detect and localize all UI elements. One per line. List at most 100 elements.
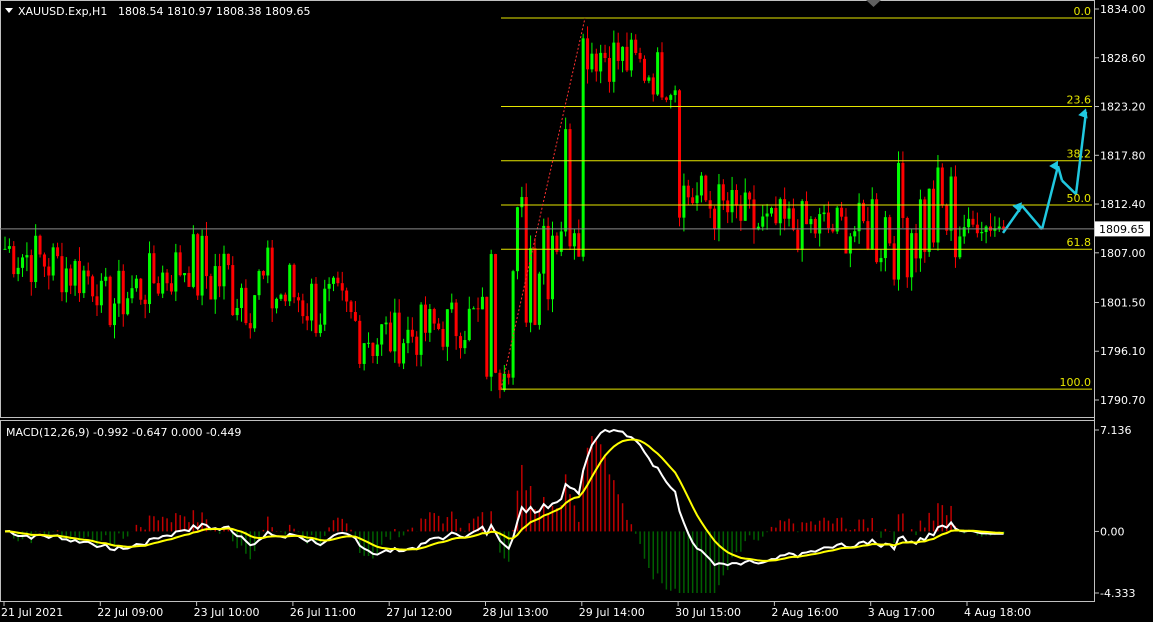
candle-body	[178, 252, 182, 276]
candle-body	[279, 294, 283, 299]
candle-body	[82, 270, 86, 294]
candle-body	[634, 39, 638, 53]
candle-body	[467, 308, 471, 341]
candle-body	[156, 283, 160, 294]
candle-body	[130, 288, 134, 299]
candle-body	[463, 340, 467, 349]
candle-body	[161, 272, 165, 294]
candle-body	[47, 266, 51, 276]
candle-body	[476, 308, 480, 310]
price-axis-label: 1796.10	[1100, 345, 1146, 358]
candle-body	[261, 271, 265, 276]
candle-body	[336, 277, 340, 284]
candle-body	[143, 299, 147, 305]
candle-body	[971, 218, 975, 225]
candle-body	[441, 328, 445, 347]
candle-body	[21, 257, 25, 268]
candle-body	[77, 261, 81, 294]
candle-body	[861, 202, 865, 222]
price-axis-label: 1812.40	[1100, 198, 1146, 211]
macd-subwindow-frame	[0, 420, 1095, 602]
candle-body	[3, 248, 7, 250]
candle-body	[332, 277, 335, 284]
candle-body	[240, 287, 244, 309]
candle-body	[318, 324, 322, 334]
macd-axis-label: 7.136	[1100, 424, 1132, 437]
arrow-head-icon[interactable]	[1078, 107, 1090, 119]
candle-body	[104, 276, 108, 281]
candle-body	[472, 308, 476, 310]
candle-body	[835, 207, 839, 232]
candle-body	[726, 200, 730, 213]
candle-body	[275, 298, 279, 309]
fibonacci-retracement[interactable]: 0.0 23.6 38.2 50.0 61.8 100.0	[500, 5, 1092, 390]
candle-body	[826, 212, 830, 229]
ohlc-values: 1808.54 1810.97 1808.38 1809.65	[118, 5, 310, 18]
candle-body	[507, 373, 511, 378]
projection-arrow-segment[interactable]	[1040, 165, 1060, 230]
candle-body	[997, 226, 1001, 229]
price-axis: 1834.00 1828.60 1823.20 1817.80 1812.40 1807.…	[1094, 3, 1146, 407]
macd-axis-label: 0.00	[1100, 525, 1125, 538]
candle-body	[594, 53, 598, 72]
candle-body	[174, 252, 178, 292]
candle-body	[113, 303, 116, 326]
candle-body	[629, 39, 633, 71]
chart-window[interactable]: 0.0 23.6 38.2 50.0 61.8 100.0 XAUUSD.Exp,H1 1…	[0, 0, 1153, 622]
candle-body	[191, 234, 195, 287]
candle-body	[99, 280, 103, 306]
arrow-head-icon[interactable]	[1012, 199, 1025, 213]
chart-menu-triangle-icon[interactable]	[5, 8, 13, 13]
candle-body	[480, 296, 484, 310]
candle-body	[218, 266, 222, 287]
time-axis-label: 29 Jul 14:00	[579, 606, 645, 619]
candle-body	[866, 221, 870, 249]
candle-body	[940, 167, 944, 206]
candle-body	[848, 236, 852, 254]
candle-body	[7, 246, 11, 249]
projection-arrows[interactable]	[1001, 107, 1091, 234]
candle-body	[949, 176, 953, 231]
candle-body	[791, 208, 795, 230]
candle-body	[445, 309, 449, 347]
projection-arrow-segment[interactable]	[1056, 165, 1064, 181]
candle-body	[542, 225, 546, 274]
candle-body	[56, 247, 60, 257]
current-price-label: 1809.65	[1099, 223, 1145, 236]
candle-body	[222, 253, 226, 287]
macd-axis-label: -4.333	[1100, 587, 1135, 600]
candle-body	[704, 175, 708, 201]
candle-body	[844, 216, 848, 254]
candle-body	[64, 268, 68, 293]
candle-body	[187, 273, 191, 287]
candle-body	[748, 192, 752, 200]
candle-body	[200, 235, 204, 296]
candle-body	[840, 207, 844, 217]
candle-body	[397, 312, 401, 364]
time-axis-label: 27 Jul 12:00	[386, 606, 452, 619]
candle-body	[682, 185, 686, 218]
projection-arrow-segment[interactable]	[1021, 205, 1043, 231]
candle-body	[454, 302, 458, 337]
candle-body	[292, 264, 296, 298]
candle-body	[235, 308, 239, 316]
fib-trend-line[interactable]	[500, 17, 586, 390]
candle-body	[765, 213, 769, 217]
arrow-head-icon[interactable]	[1049, 158, 1062, 171]
candle-body	[822, 212, 826, 215]
candle-body	[813, 219, 817, 234]
candle-body	[857, 202, 861, 232]
candle-body	[910, 233, 914, 278]
candle-body	[16, 267, 20, 275]
scroll-marker-icon[interactable]	[866, 0, 881, 7]
time-axis-label: 23 Jul 10:00	[194, 606, 260, 619]
candle-body	[621, 46, 625, 61]
price-axis-label: 1823.20	[1100, 101, 1146, 114]
candle-body	[673, 90, 677, 96]
candle-body	[353, 311, 357, 321]
candlesticks	[3, 26, 1006, 399]
candle-body	[73, 261, 77, 286]
candle-body	[564, 129, 568, 232]
candle-body	[152, 253, 156, 284]
candle-body	[375, 344, 379, 357]
